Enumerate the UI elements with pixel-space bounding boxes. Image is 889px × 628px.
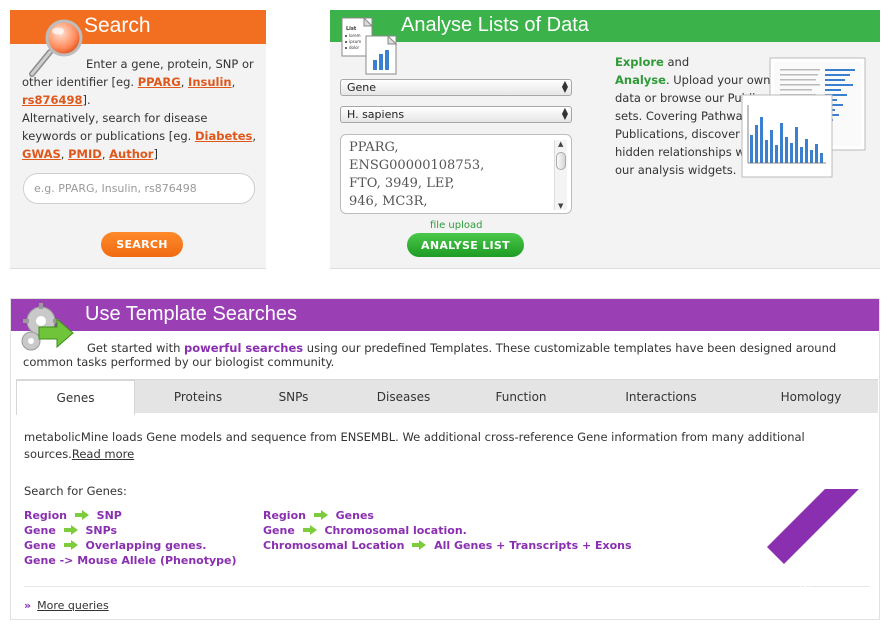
search-desc-line5: keywords or publications [eg. bbox=[22, 129, 195, 143]
analyse-panel: Analyse Lists of Data List lorem ipsum d… bbox=[330, 10, 880, 269]
scroll-down-icon[interactable]: ▼ bbox=[558, 202, 563, 210]
chart-thumbnails-image bbox=[741, 57, 866, 178]
updown-arrows-icon: ▲ ▼ bbox=[561, 106, 568, 121]
analyse-list-button[interactable]: ANALYSE LIST bbox=[407, 233, 524, 257]
query-part: Genes bbox=[335, 509, 374, 522]
type-select-value: Gene bbox=[347, 81, 377, 94]
query-part: Gene bbox=[24, 524, 56, 537]
query-chromosomal-location-genes[interactable]: Chromosomal Location All Genes + Transcr… bbox=[263, 539, 632, 553]
identifiers-textarea[interactable]: PPARG, ENSG00000108753, FTO, 3949, LEP, … bbox=[340, 134, 572, 214]
query-part: Overlapping genes. bbox=[85, 539, 207, 552]
query-part: Chromosomal Location bbox=[263, 539, 405, 552]
tab-proteins[interactable]: Proteins bbox=[140, 380, 256, 414]
updown-arrows-icon: ▲ ▼ bbox=[561, 79, 568, 94]
search-desc-line1: Enter a gene, protein, SNP or bbox=[86, 57, 254, 71]
search-desc-line4: Alternatively, search for disease bbox=[22, 111, 208, 125]
analyse-title: Analyse Lists of Data bbox=[401, 14, 589, 36]
template-panel: Use Template Searches Get started with p… bbox=[10, 298, 880, 620]
search-desc-line3: ]. bbox=[82, 93, 91, 107]
search-input[interactable] bbox=[24, 174, 254, 203]
tab-diseases[interactable]: Diseases bbox=[351, 380, 456, 414]
popular-templates-ribbon[interactable]: popular templates bbox=[749, 489, 879, 619]
search-desc-line2: other identifier [eg. bbox=[22, 75, 138, 89]
query-part: All Genes + Transcripts + Exons bbox=[434, 539, 632, 552]
example-link-pmid[interactable]: PMID bbox=[68, 147, 102, 161]
sep: , bbox=[180, 75, 189, 89]
example-link-insulin[interactable]: Insulin bbox=[188, 75, 232, 89]
content-text: metabolicMine loads Gene models and sequ… bbox=[24, 430, 805, 461]
search-input-wrapper bbox=[23, 173, 255, 204]
green-arrow-icon bbox=[63, 540, 78, 550]
query-part: Gene bbox=[24, 539, 56, 552]
and-word: and bbox=[663, 55, 690, 69]
textarea-scrollbar[interactable]: ▲ ▼ bbox=[554, 140, 567, 210]
doc-line-4: dolor bbox=[349, 45, 360, 50]
scroll-up-icon[interactable]: ▲ bbox=[558, 140, 563, 148]
analyse-header: Analyse Lists of Data bbox=[330, 10, 880, 42]
organism-select-value: H. sapiens bbox=[347, 108, 405, 121]
example-link-author[interactable]: Author bbox=[109, 147, 153, 161]
green-arrow-icon bbox=[313, 510, 328, 520]
doc-line-2: lorem bbox=[349, 33, 361, 38]
query-gene-snps[interactable]: Gene SNPs bbox=[24, 524, 117, 538]
query-part: Region bbox=[24, 509, 67, 522]
green-arrow-icon bbox=[74, 510, 89, 520]
query-gene-overlapping[interactable]: Gene Overlapping genes. bbox=[24, 539, 206, 553]
query-part: Region bbox=[263, 509, 306, 522]
search-for-label: Search for Genes: bbox=[24, 484, 127, 498]
organism-select[interactable]: H. sapiens ▲ ▼ bbox=[340, 106, 572, 123]
sep: , bbox=[60, 147, 69, 161]
sep: , bbox=[252, 129, 257, 143]
divider bbox=[24, 586, 869, 587]
tab-content-description: metabolicMine loads Gene models and sequ… bbox=[24, 429, 824, 463]
tab-genes[interactable]: Genes bbox=[16, 380, 135, 415]
query-part: SNP bbox=[96, 509, 122, 522]
more-queries[interactable]: » More queries bbox=[24, 599, 109, 612]
search-description: Enter a gene, protein, SNP or other iden… bbox=[22, 55, 262, 163]
template-tabs: Genes Proteins SNPs Diseases Function In… bbox=[16, 379, 878, 415]
read-more-link[interactable]: Read more bbox=[72, 447, 134, 461]
search-desc-end: ] bbox=[153, 147, 158, 161]
query-region-snp[interactable]: Region SNP bbox=[24, 509, 122, 523]
template-header: Use Template Searches bbox=[11, 299, 879, 331]
sep: , bbox=[231, 75, 236, 89]
example-link-pparg[interactable]: PPARG bbox=[138, 75, 181, 89]
search-button[interactable]: SEARCH bbox=[101, 232, 183, 257]
green-arrow-icon bbox=[412, 540, 427, 550]
tab-interactions[interactable]: Interactions bbox=[606, 380, 716, 414]
analyse-word: Analyse bbox=[615, 73, 666, 87]
double-chevron-icon: » bbox=[24, 599, 32, 612]
explore-word: Explore bbox=[615, 55, 664, 69]
scroll-thumb[interactable] bbox=[556, 152, 566, 170]
green-arrow-icon bbox=[63, 525, 78, 535]
search-panel: Search Enter a gene, protein, SNP or oth… bbox=[10, 10, 266, 269]
identifiers-text: PPARG, ENSG00000108753, FTO, 3949, LEP, … bbox=[349, 140, 485, 213]
tab-homology[interactable]: Homology bbox=[761, 380, 861, 414]
example-link-gwas[interactable]: GWAS bbox=[22, 147, 61, 161]
green-arrow-icon bbox=[302, 525, 317, 535]
query-gene-chromosomal-location[interactable]: Gene Chromosomal location. bbox=[263, 524, 467, 538]
documents-icon: List lorem ipsum dolor bbox=[341, 16, 398, 75]
query-part: SNPs bbox=[85, 524, 118, 537]
example-link-diabetes[interactable]: Diabetes bbox=[195, 129, 252, 143]
query-part: Chromosomal location. bbox=[324, 524, 467, 537]
type-select[interactable]: Gene ▲ ▼ bbox=[340, 79, 572, 96]
intro-bold: powerful searches bbox=[184, 341, 304, 355]
doc-line-1: List bbox=[346, 26, 357, 32]
query-part: Gene bbox=[263, 524, 295, 537]
template-title: Use Template Searches bbox=[85, 303, 297, 325]
query-gene-mouse-allele[interactable]: Gene -> Mouse Allele (Phenotype) bbox=[24, 554, 237, 568]
doc-line-3: ipsum bbox=[349, 39, 361, 44]
query-region-genes[interactable]: Region Genes bbox=[263, 509, 374, 523]
tab-function[interactable]: Function bbox=[476, 380, 566, 414]
example-link-rs876498[interactable]: rs876498 bbox=[22, 93, 83, 107]
file-upload-link[interactable]: file upload bbox=[430, 220, 482, 231]
intro-pre: Get started with bbox=[87, 341, 185, 355]
tab-snps[interactable]: SNPs bbox=[256, 380, 331, 414]
search-title: Search bbox=[84, 14, 151, 37]
template-intro: Get started with powerful searches using… bbox=[23, 341, 863, 369]
more-queries-link[interactable]: More queries bbox=[37, 599, 109, 612]
